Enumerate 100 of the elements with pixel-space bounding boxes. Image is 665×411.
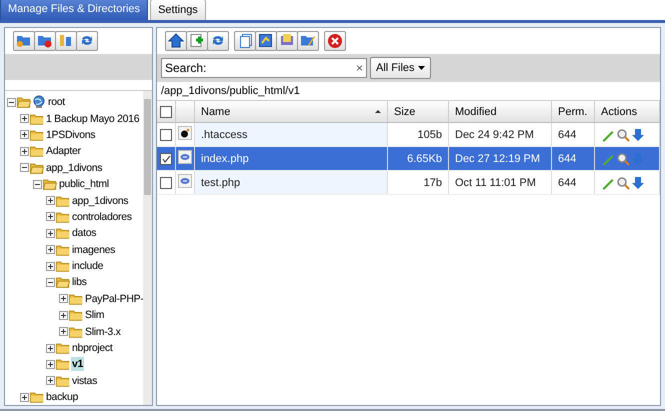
new-file-button[interactable] bbox=[186, 31, 208, 51]
file-name[interactable]: test.php bbox=[194, 170, 388, 194]
search-icon[interactable] bbox=[616, 152, 630, 166]
file-filter-dropdown[interactable]: All Files bbox=[370, 57, 431, 79]
folder-icon bbox=[30, 112, 44, 125]
expand-icon[interactable] bbox=[59, 310, 68, 320]
collapse-icon[interactable] bbox=[20, 163, 29, 172]
file-size: 17b bbox=[388, 170, 448, 194]
collapse-icon[interactable] bbox=[7, 98, 16, 107]
php-file-icon bbox=[178, 174, 192, 188]
file-name[interactable]: index.php bbox=[194, 146, 388, 170]
cancel-button[interactable] bbox=[324, 31, 346, 51]
folder-icon bbox=[30, 145, 44, 158]
refresh-button[interactable] bbox=[207, 31, 229, 51]
folder-icon bbox=[56, 358, 70, 370]
modified-date: Dec 27 12:19 PM bbox=[448, 146, 552, 170]
row-checkbox[interactable] bbox=[160, 152, 172, 165]
folder-icon bbox=[56, 374, 70, 387]
collapse-icon[interactable] bbox=[46, 278, 55, 287]
home-icon bbox=[168, 33, 184, 49]
modified-date: Oct 11 11:01 PM bbox=[448, 170, 552, 194]
tree-item[interactable]: vistas bbox=[71, 374, 98, 388]
folder-icon bbox=[69, 309, 83, 322]
tree-item[interactable]: libs bbox=[71, 275, 88, 290]
expand-icon[interactable] bbox=[46, 245, 55, 254]
tree-item[interactable]: app_1divons bbox=[71, 194, 130, 208]
row-checkbox[interactable] bbox=[160, 128, 172, 141]
tree-item[interactable]: controladores bbox=[71, 210, 133, 224]
copy-button[interactable] bbox=[234, 31, 256, 51]
tree-item[interactable]: backup bbox=[45, 390, 80, 404]
column-header[interactable]: Name bbox=[194, 101, 388, 122]
expand-icon[interactable] bbox=[20, 130, 29, 140]
column-title: Name bbox=[201, 106, 230, 118]
delete-folder-icon bbox=[37, 33, 53, 49]
expand-icon[interactable] bbox=[59, 327, 68, 336]
expand-icon[interactable] bbox=[46, 344, 55, 353]
expand-icon[interactable] bbox=[46, 196, 55, 206]
folder-icon bbox=[56, 244, 70, 256]
sort-ascending-icon bbox=[375, 110, 381, 113]
copy-icon bbox=[237, 33, 253, 49]
folder-icon bbox=[30, 128, 44, 141]
folder-icon bbox=[30, 391, 44, 404]
tree-item[interactable]: imagenes bbox=[71, 242, 116, 257]
tree-item[interactable]: 1 Backup Mayo 2016 bbox=[45, 112, 140, 126]
permissions: 644 bbox=[552, 122, 594, 146]
tree-item[interactable]: Slim bbox=[84, 308, 106, 322]
search-field[interactable]: Search: × bbox=[161, 58, 367, 78]
tree-item[interactable]: PayPal-PHP- bbox=[84, 292, 143, 306]
tab[interactable]: Manage Files & Directories bbox=[0, 0, 148, 20]
tree-item[interactable]: 1PSDivons bbox=[45, 128, 96, 142]
column-header[interactable]: Modified bbox=[448, 101, 552, 122]
tree-item[interactable]: v1 bbox=[71, 357, 84, 372]
expand-icon[interactable] bbox=[46, 360, 55, 369]
expand-icon[interactable] bbox=[46, 212, 55, 222]
refresh-button[interactable] bbox=[76, 31, 98, 51]
delete-folder-button[interactable] bbox=[34, 31, 56, 51]
new-folder-button[interactable] bbox=[13, 31, 35, 51]
tree-item[interactable]: nbproject bbox=[71, 341, 114, 356]
tree-item[interactable]: root bbox=[47, 95, 66, 110]
column-header[interactable]: Actions bbox=[594, 101, 660, 122]
clear-button[interactable]: × bbox=[356, 61, 363, 75]
folder-icon bbox=[69, 326, 83, 338]
expand-icon[interactable] bbox=[20, 114, 29, 124]
folder-icon bbox=[56, 210, 70, 223]
select-all-checkbox[interactable] bbox=[160, 106, 172, 118]
file-name[interactable]: .htaccess bbox=[194, 122, 388, 146]
expand-icon[interactable] bbox=[20, 146, 29, 156]
bomb-icon bbox=[178, 126, 192, 140]
folder-icon bbox=[56, 227, 70, 240]
home-button[interactable] bbox=[165, 31, 187, 51]
folder-icon bbox=[56, 194, 70, 207]
search-icon[interactable] bbox=[616, 128, 630, 142]
expand-icon[interactable] bbox=[46, 262, 55, 271]
php-file-icon bbox=[178, 150, 192, 164]
tree-item[interactable]: Slim-3.x bbox=[84, 324, 122, 339]
column-header[interactable]: Size bbox=[388, 101, 448, 122]
column-header[interactable]: Perm. bbox=[552, 101, 594, 122]
search-icon[interactable] bbox=[616, 176, 630, 190]
tab[interactable]: Settings bbox=[150, 0, 206, 20]
download-icon[interactable] bbox=[631, 128, 645, 142]
download-icon[interactable] bbox=[631, 176, 645, 190]
expand-icon[interactable] bbox=[46, 228, 55, 238]
row-checkbox[interactable] bbox=[160, 176, 172, 189]
globe-icon bbox=[32, 95, 46, 110]
expand-icon[interactable] bbox=[59, 294, 68, 304]
file-size: 105b bbox=[388, 122, 448, 146]
tree-item[interactable]: datos bbox=[71, 226, 98, 240]
cancel-icon bbox=[327, 33, 343, 49]
scrollbar[interactable] bbox=[143, 91, 152, 405]
tree-item[interactable]: app_1divons bbox=[45, 160, 104, 175]
tree-item[interactable]: public_html bbox=[58, 177, 110, 192]
tree-item[interactable]: include bbox=[71, 259, 104, 274]
open-folder-icon bbox=[30, 162, 44, 174]
expand-icon[interactable] bbox=[46, 376, 55, 386]
tree-item[interactable]: Adapter bbox=[45, 144, 82, 158]
edit-folder-button[interactable] bbox=[297, 31, 319, 51]
file-size: 6.65Kb bbox=[388, 146, 448, 170]
caret-icon bbox=[418, 66, 425, 70]
collapse-icon[interactable] bbox=[33, 180, 42, 189]
expand-icon[interactable] bbox=[20, 392, 29, 402]
